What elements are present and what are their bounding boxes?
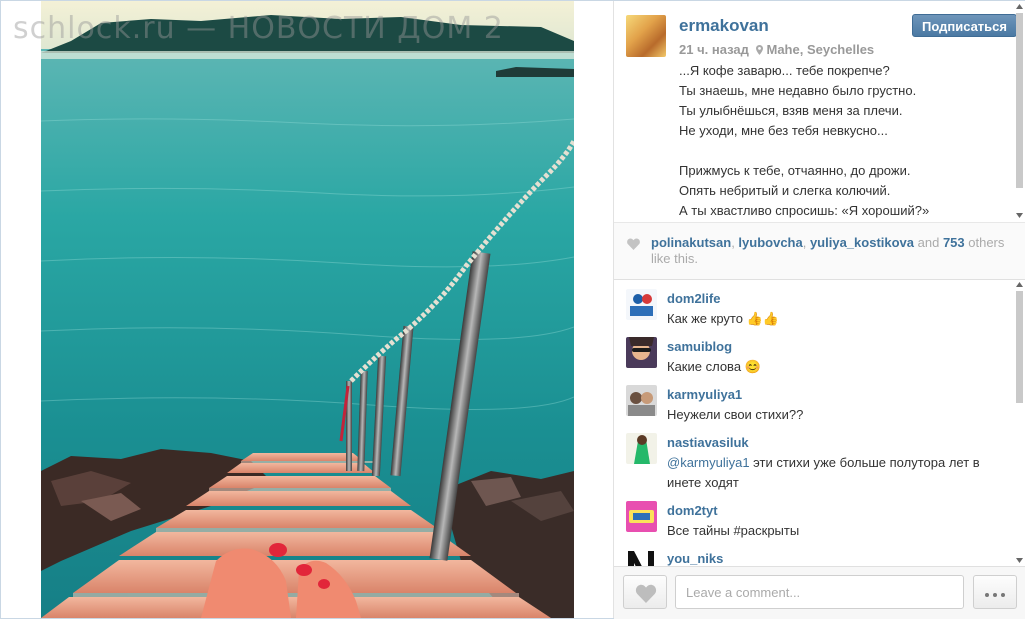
comment-text: Все тайны #раскрыты — [667, 521, 1002, 541]
caption-line: А ты хвастливо спросишь: «Я хороший?» — [679, 203, 930, 218]
post-photo[interactable] — [41, 1, 574, 618]
comment-body: Неужели свои стихи?? — [667, 407, 804, 422]
commenter-username-link[interactable]: karmyuliya1 — [667, 387, 742, 402]
avatar-image — [626, 289, 657, 320]
likes-sep: , — [802, 235, 810, 250]
author-avatar[interactable] — [626, 15, 666, 57]
liker-link[interactable]: polinakutsan — [651, 235, 731, 250]
commenter-username-link[interactable]: dom2life — [667, 291, 720, 306]
caption-line: Ты знаешь, мне недавно было грустно. — [679, 83, 917, 98]
ellipsis-icon — [993, 592, 997, 597]
ellipsis-icon — [985, 592, 989, 597]
comments-scrollbar[interactable] — [1015, 279, 1024, 566]
mention-link[interactable]: @karmyuliya1 — [667, 455, 750, 470]
heart-icon — [627, 238, 640, 250]
photo-illustration — [41, 1, 574, 618]
comment-body: Все тайны #раскрыты — [667, 523, 800, 538]
comment-text: Какие слова 😊 — [667, 357, 1002, 377]
comment-footer — [614, 566, 1025, 619]
likes-text: polinakutsan, lyubovcha, yuliya_kostikov… — [651, 235, 1019, 267]
avatar-image — [626, 501, 657, 532]
commenter-username-link[interactable]: samuiblog — [667, 339, 732, 354]
caption-line: Ты улыбнёшься, взяв меня за плечи. — [679, 103, 903, 118]
comment-item: you_niks — [614, 539, 1014, 566]
post-location[interactable]: Mahe, Seychelles — [766, 42, 874, 57]
comment-body: Как же круто 👍👍 — [667, 311, 779, 326]
caption-line: Не уходи, мне без тебя невкусно... — [679, 123, 888, 138]
avatar-image — [626, 337, 657, 368]
commenter-avatar[interactable] — [626, 501, 657, 532]
avatar-image — [626, 385, 657, 416]
comment-input[interactable] — [675, 575, 964, 609]
liker-link[interactable]: lyubovcha — [738, 235, 802, 250]
likes-section: polinakutsan, lyubovcha, yuliya_kostikov… — [614, 222, 1025, 280]
avatar-image — [626, 433, 657, 464]
likes-count[interactable]: 753 — [943, 235, 965, 250]
caption-line — [679, 141, 1004, 161]
follow-button[interactable]: Подписаться — [912, 14, 1017, 37]
commenter-avatar[interactable] — [626, 289, 657, 320]
heart-icon — [635, 584, 657, 603]
comment-item: nastiavasiluk @karmyuliya1 эти стихи уже… — [614, 423, 1014, 493]
avatar-image — [626, 549, 657, 566]
post-header: ermakovan 21 ч. назад Mahe, Seychelles П… — [614, 1, 1025, 221]
comments-list: dom2life Как же круто 👍👍 samuiblog Какие… — [614, 279, 1025, 566]
commenter-username-link[interactable]: dom2tyt — [667, 503, 718, 518]
location-pin-icon — [756, 45, 764, 55]
ellipsis-icon — [1001, 592, 1005, 597]
commenter-avatar[interactable] — [626, 337, 657, 368]
author-username-link[interactable]: ermakovan — [679, 16, 769, 36]
post-caption: ...Я кофе заварю... тебе покрепче? Ты зн… — [679, 61, 1004, 221]
commenter-username-link[interactable]: nastiavasiluk — [667, 435, 749, 450]
caption-scrollbar[interactable] — [1015, 1, 1024, 221]
comment-text: @karmyuliya1 эти стихи уже больше полуто… — [667, 453, 1002, 493]
caption-line: Прижмусь к тебе, отчаянно, до дрожи. — [679, 163, 911, 178]
caption-line: Опять небритый и слегка колючий. — [679, 183, 891, 198]
comment-text: Как же круто 👍👍 — [667, 309, 1002, 329]
more-options-button[interactable] — [973, 575, 1017, 609]
post-meta: 21 ч. назад Mahe, Seychelles — [679, 42, 874, 57]
like-button[interactable] — [623, 575, 667, 609]
comment-text: Неужели свои стихи?? — [667, 405, 1002, 425]
watermark-text: schlock.ru — НОВОСТИ ДОМ 2 — [13, 11, 504, 46]
caption-line: ...Я кофе заварю... тебе покрепче? — [679, 63, 890, 78]
commenter-avatar[interactable] — [626, 385, 657, 416]
post-side-panel: ermakovan 21 ч. назад Mahe, Seychelles П… — [613, 1, 1025, 619]
commenter-avatar[interactable] — [626, 549, 657, 566]
photo-area: schlock.ru — НОВОСТИ ДОМ 2 — [1, 1, 613, 618]
post-time[interactable]: 21 ч. назад — [679, 42, 749, 57]
comment-body: Какие слова 😊 — [667, 359, 761, 374]
likes-and: and — [914, 235, 943, 250]
commenter-avatar[interactable] — [626, 433, 657, 464]
liker-link[interactable]: yuliya_kostikova — [810, 235, 914, 250]
commenter-username-link[interactable]: you_niks — [667, 551, 723, 566]
